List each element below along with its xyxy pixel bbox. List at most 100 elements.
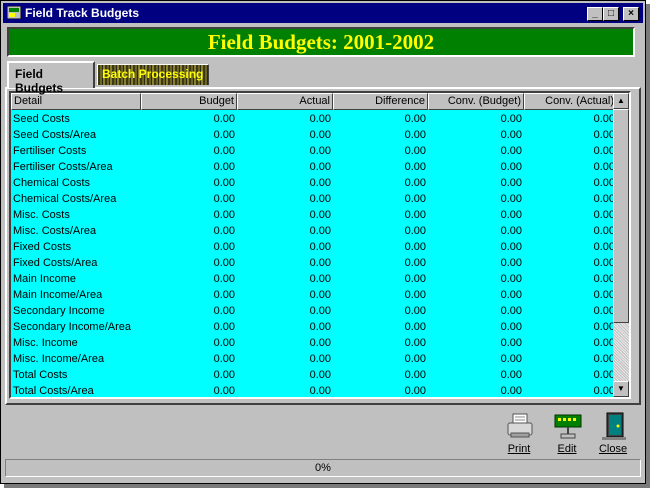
- column-header-budget[interactable]: Budget: [141, 93, 237, 110]
- value-cell[interactable]: 0.00: [333, 335, 426, 351]
- table-row[interactable]: Secondary Income/Area 0.00 0.00 0.00 0.00 0.0…: [11, 319, 615, 335]
- value-cell[interactable]: 0.00: [428, 207, 522, 223]
- table-row[interactable]: Fertiliser Costs/Area 0.00 0.00 0.00 0.00 0.0…: [11, 159, 615, 175]
- value-cell[interactable]: 0.00: [333, 143, 426, 159]
- row-label-cell[interactable]: Misc. Costs: [13, 207, 139, 223]
- row-label-cell[interactable]: Fertiliser Costs: [13, 143, 139, 159]
- value-cell[interactable]: 0.00: [141, 303, 235, 319]
- row-label-cell[interactable]: Fixed Costs: [13, 239, 139, 255]
- table-row[interactable]: Main Income/Area 0.00 0.00 0.00 0.00 0.00: [11, 287, 615, 303]
- scroll-down-button[interactable]: ▼: [613, 381, 629, 397]
- column-header-conv-budget[interactable]: Conv. (Budget): [428, 93, 524, 110]
- value-cell[interactable]: 0.00: [524, 287, 615, 303]
- row-label-cell[interactable]: Misc. Income/Area: [13, 351, 139, 367]
- row-label-cell[interactable]: Chemical Costs: [13, 175, 139, 191]
- value-cell[interactable]: 0.00: [333, 351, 426, 367]
- value-cell[interactable]: 0.00: [141, 127, 235, 143]
- value-cell[interactable]: 0.00: [524, 191, 615, 207]
- value-cell[interactable]: 0.00: [237, 111, 331, 127]
- value-cell[interactable]: 0.00: [428, 239, 522, 255]
- close-window-button[interactable]: ×: [623, 7, 639, 21]
- value-cell[interactable]: 0.00: [428, 303, 522, 319]
- value-cell[interactable]: 0.00: [237, 319, 331, 335]
- row-label-cell[interactable]: Main Income: [13, 271, 139, 287]
- row-label-cell[interactable]: Secondary Income: [13, 303, 139, 319]
- value-cell[interactable]: 0.00: [333, 207, 426, 223]
- row-label-cell[interactable]: Fixed Costs/Area: [13, 255, 139, 271]
- row-label-cell[interactable]: Total Costs/Area: [13, 383, 139, 397]
- value-cell[interactable]: 0.00: [237, 271, 331, 287]
- table-row[interactable]: Seed Costs 0.00 0.00 0.00 0.00 0.00: [11, 111, 615, 127]
- value-cell[interactable]: 0.00: [237, 159, 331, 175]
- edit-button[interactable]: Edit: [547, 411, 587, 457]
- value-cell[interactable]: 0.00: [141, 351, 235, 367]
- value-cell[interactable]: 0.00: [237, 335, 331, 351]
- table-row[interactable]: Fixed Costs/Area 0.00 0.00 0.00 0.00 0.00: [11, 255, 615, 271]
- value-cell[interactable]: 0.00: [524, 303, 615, 319]
- table-row[interactable]: Fertiliser Costs 0.00 0.00 0.00 0.00 0.00: [11, 143, 615, 159]
- app-icon[interactable]: [7, 6, 21, 19]
- value-cell[interactable]: 0.00: [141, 207, 235, 223]
- value-cell[interactable]: 0.00: [524, 255, 615, 271]
- value-cell[interactable]: 0.00: [141, 287, 235, 303]
- value-cell[interactable]: 0.00: [141, 175, 235, 191]
- value-cell[interactable]: 0.00: [141, 143, 235, 159]
- table-row[interactable]: Secondary Income 0.00 0.00 0.00 0.00 0.00: [11, 303, 615, 319]
- value-cell[interactable]: 0.00: [333, 191, 426, 207]
- maximize-button[interactable]: □: [603, 7, 619, 21]
- value-cell[interactable]: 0.00: [141, 111, 235, 127]
- value-cell[interactable]: 0.00: [524, 127, 615, 143]
- value-cell[interactable]: 0.00: [524, 351, 615, 367]
- value-cell[interactable]: 0.00: [141, 239, 235, 255]
- value-cell[interactable]: 0.00: [333, 111, 426, 127]
- value-cell[interactable]: 0.00: [237, 207, 331, 223]
- row-label-cell[interactable]: Seed Costs/Area: [13, 127, 139, 143]
- scroll-thumb[interactable]: [613, 109, 629, 323]
- table-row[interactable]: Seed Costs/Area 0.00 0.00 0.00 0.00 0.00: [11, 127, 615, 143]
- value-cell[interactable]: 0.00: [428, 335, 522, 351]
- value-cell[interactable]: 0.00: [428, 287, 522, 303]
- value-cell[interactable]: 0.00: [524, 271, 615, 287]
- value-cell[interactable]: 0.00: [333, 175, 426, 191]
- row-label-cell[interactable]: Total Costs: [13, 367, 139, 383]
- value-cell[interactable]: 0.00: [237, 383, 331, 397]
- value-cell[interactable]: 0.00: [333, 319, 426, 335]
- value-cell[interactable]: 0.00: [333, 255, 426, 271]
- row-label-cell[interactable]: Secondary Income/Area: [13, 319, 139, 335]
- value-cell[interactable]: 0.00: [428, 351, 522, 367]
- value-cell[interactable]: 0.00: [333, 271, 426, 287]
- minimize-button[interactable]: _: [587, 7, 603, 21]
- value-cell[interactable]: 0.00: [333, 367, 426, 383]
- value-cell[interactable]: 0.00: [524, 223, 615, 239]
- table-row[interactable]: Misc. Income/Area 0.00 0.00 0.00 0.00 0.00: [11, 351, 615, 367]
- value-cell[interactable]: 0.00: [428, 175, 522, 191]
- value-cell[interactable]: 0.00: [333, 303, 426, 319]
- value-cell[interactable]: 0.00: [141, 383, 235, 397]
- value-cell[interactable]: 0.00: [428, 111, 522, 127]
- value-cell[interactable]: 0.00: [524, 175, 615, 191]
- value-cell[interactable]: 0.00: [428, 143, 522, 159]
- value-cell[interactable]: 0.00: [333, 383, 426, 397]
- value-cell[interactable]: 0.00: [141, 335, 235, 351]
- value-cell[interactable]: 0.00: [237, 239, 331, 255]
- value-cell[interactable]: 0.00: [237, 223, 331, 239]
- value-cell[interactable]: 0.00: [428, 383, 522, 397]
- value-cell[interactable]: 0.00: [524, 383, 615, 397]
- table-row[interactable]: Misc. Costs/Area 0.00 0.00 0.00 0.00 0.00: [11, 223, 615, 239]
- table-row[interactable]: Misc. Costs 0.00 0.00 0.00 0.00 0.00: [11, 207, 615, 223]
- vertical-scrollbar[interactable]: ▲ ▼: [613, 93, 629, 397]
- value-cell[interactable]: 0.00: [524, 319, 615, 335]
- table-row[interactable]: Chemical Costs/Area 0.00 0.00 0.00 0.00 0.00: [11, 191, 615, 207]
- scroll-up-button[interactable]: ▲: [613, 93, 629, 109]
- column-header-actual[interactable]: Actual: [237, 93, 333, 110]
- value-cell[interactable]: 0.00: [333, 287, 426, 303]
- value-cell[interactable]: 0.00: [524, 111, 615, 127]
- row-label-cell[interactable]: Fertiliser Costs/Area: [13, 159, 139, 175]
- print-button[interactable]: Print: [499, 411, 539, 457]
- row-label-cell[interactable]: Main Income/Area: [13, 287, 139, 303]
- tab-field-budgets[interactable]: Field Budgets: [7, 61, 95, 95]
- value-cell[interactable]: 0.00: [428, 271, 522, 287]
- row-label-cell[interactable]: Misc. Income: [13, 335, 139, 351]
- value-cell[interactable]: 0.00: [237, 255, 331, 271]
- row-label-cell[interactable]: Misc. Costs/Area: [13, 223, 139, 239]
